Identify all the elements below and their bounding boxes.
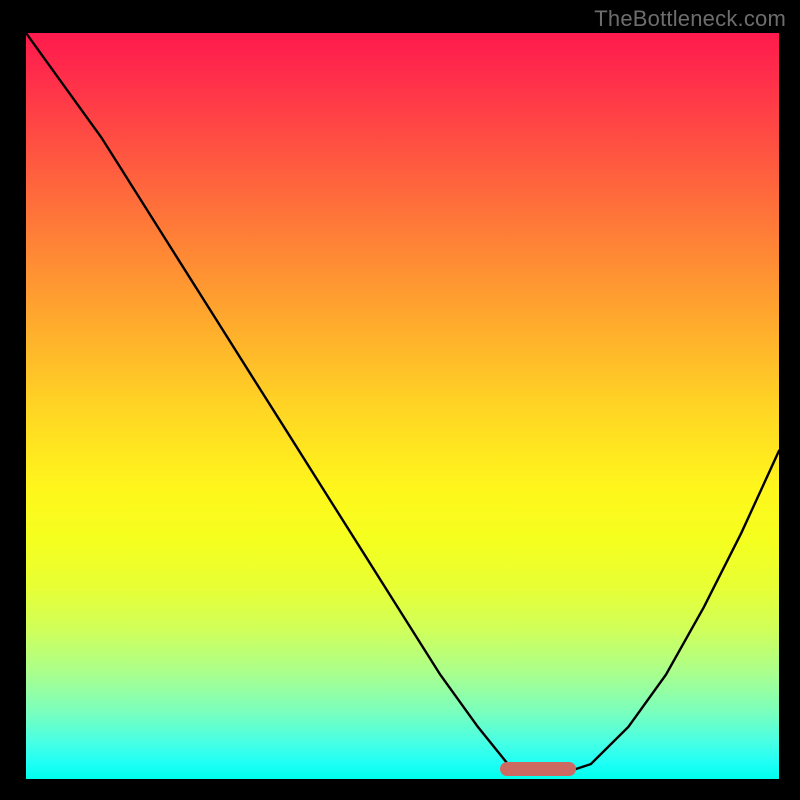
plot-area: [26, 33, 779, 779]
optimal-range-marker: [500, 762, 575, 776]
bottleneck-chart: TheBottleneck.com: [0, 0, 800, 800]
curve-layer: [26, 33, 779, 779]
bottleneck-curve: [26, 33, 779, 772]
watermark-text: TheBottleneck.com: [594, 6, 786, 32]
